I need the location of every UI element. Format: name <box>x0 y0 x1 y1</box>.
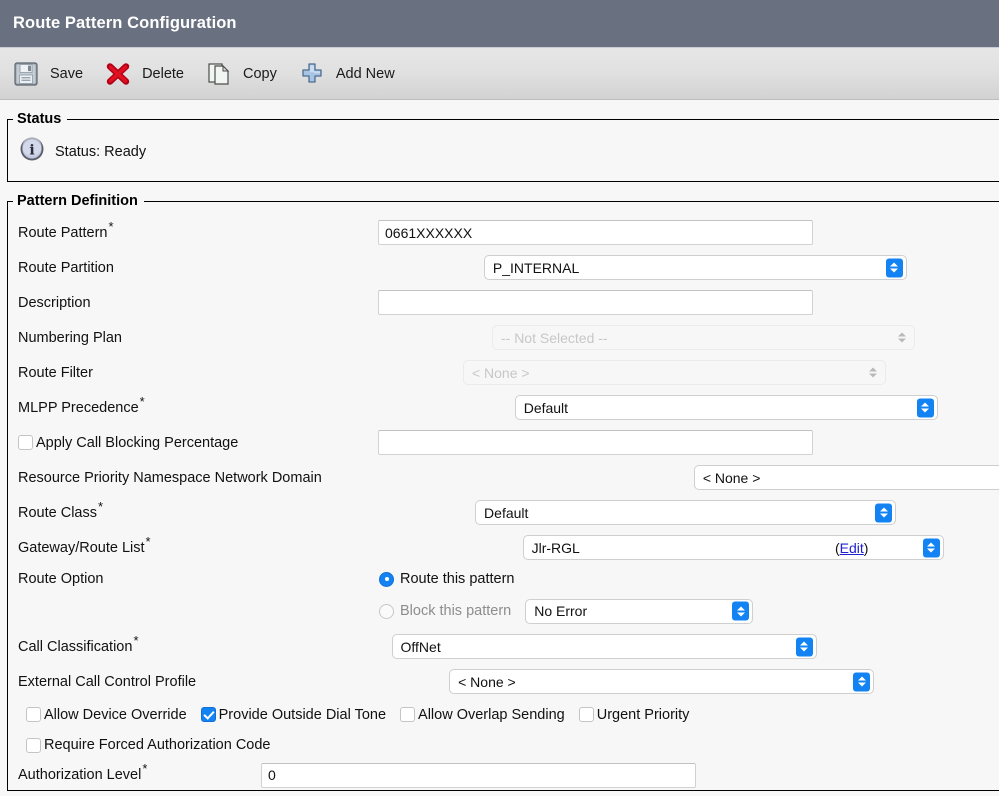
route-partition-select[interactable]: P_INTERNAL <box>483 255 907 280</box>
info-icon: i <box>19 136 45 167</box>
route-filter-label: Route Filter <box>18 364 93 381</box>
edit-link[interactable]: Edit <box>840 540 864 556</box>
allow-device-override-checkbox[interactable] <box>26 707 41 722</box>
row-route-pattern: Route Pattern* <box>8 215 999 250</box>
block-reason-select[interactable]: No Error <box>525 598 754 624</box>
row-route-option: Route Option Route this pattern <box>8 565 999 593</box>
external-call-control-profile-label: External Call Control Profile <box>18 673 197 690</box>
status-line: i Status: Ready <box>8 136 999 167</box>
allow-overlap-sending-item: Allow Overlap Sending <box>400 707 565 723</box>
row-route-class: Route Class* Default <box>8 495 999 530</box>
route-class-label: Route Class* <box>18 498 104 521</box>
resource-priority-domain-select[interactable]: < None > <box>693 465 999 490</box>
urgent-priority-item: Urgent Priority <box>578 706 690 723</box>
copy-button[interactable]: Copy <box>204 59 277 89</box>
page-content: Status i Status: Ready Pattern Definitio… <box>0 111 999 791</box>
route-pattern-label: Route Pattern* <box>18 218 114 241</box>
allow-overlap-sending-checkbox[interactable] <box>400 707 416 722</box>
description-label: Description <box>18 294 91 311</box>
numbering-plan-select[interactable]: -- Not Selected -- <box>491 325 915 350</box>
pattern-definition-legend: Pattern Definition <box>17 193 138 209</box>
add-plus-icon <box>297 59 327 89</box>
call-blocking-percentage-input[interactable] <box>378 430 813 455</box>
apply-call-blocking-label: Apply Call Blocking Percentage <box>36 434 239 451</box>
save-floppy-icon <box>11 59 41 89</box>
block-this-pattern-radio[interactable] <box>379 603 394 619</box>
authorization-level-label: Authorization Level* <box>18 761 148 783</box>
status-section: Status i Status: Ready <box>7 111 999 182</box>
description-input[interactable] <box>378 290 813 315</box>
add-new-button[interactable]: Add New <box>297 59 395 89</box>
mlpp-precedence-label: MLPP Precedence* <box>18 393 145 416</box>
row-gateway-route-list: Gateway/Route List* Jlr-RGL (Edit) <box>8 530 999 565</box>
provide-outside-dial-tone-checkbox[interactable] <box>200 707 216 722</box>
call-classification-label: Call Classification* <box>18 632 139 655</box>
gateway-route-list-select[interactable]: Jlr-RGL <box>522 535 944 560</box>
save-button-label: Save <box>50 65 84 82</box>
numbering-plan-label: Numbering Plan <box>18 329 122 346</box>
call-classification-select[interactable]: OffNet <box>391 634 817 659</box>
row-numbering-plan: Numbering Plan -- Not Selected -- <box>8 320 999 355</box>
authorization-level-input[interactable] <box>261 762 696 788</box>
allow-device-override-item: Allow Device Override <box>26 707 187 723</box>
apply-call-blocking-checkbox[interactable] <box>18 435 33 450</box>
row-resource-priority-domain: Resource Priority Namespace Network Doma… <box>8 460 999 495</box>
allow-overlap-sending-label: Allow Overlap Sending <box>418 706 565 723</box>
row-mlpp-precedence: MLPP Precedence* Default <box>8 390 999 425</box>
add-new-button-label: Add New <box>335 65 395 82</box>
require-forced-auth-checkbox[interactable] <box>26 737 41 753</box>
copy-pages-icon <box>204 59 234 89</box>
provide-outside-dial-tone-label: Provide Outside Dial Tone <box>218 706 387 723</box>
urgent-priority-checkbox[interactable] <box>578 707 594 722</box>
row-authorization-level: Authorization Level* <box>8 760 999 790</box>
pattern-definition-section: Pattern Definition Route Pattern* Route … <box>7 193 999 791</box>
status-section-legend: Status <box>17 111 62 127</box>
copy-button-label: Copy <box>242 65 277 82</box>
route-pattern-input[interactable] <box>378 220 813 245</box>
row-description: Description <box>8 285 999 320</box>
svg-text:i: i <box>29 143 34 159</box>
row-external-call-control-profile: External Call Control Profile < None > <box>8 664 999 699</box>
page-title: Route Pattern Configuration <box>13 14 237 32</box>
row-apply-call-blocking: Apply Call Blocking Percentage <box>8 425 999 460</box>
window-title-bar: Route Pattern Configuration <box>0 0 999 48</box>
row-route-filter: Route Filter < None > <box>8 355 999 390</box>
row-require-forced-auth: Require Forced Authorization Code <box>8 730 999 760</box>
delete-button[interactable]: Delete <box>103 59 184 89</box>
mlpp-precedence-select[interactable]: Default <box>514 395 938 420</box>
row-block-pattern: Block this pattern No Error <box>8 593 999 629</box>
gateway-route-list-edit: (Edit) <box>835 539 869 556</box>
require-forced-auth-item: Require Forced Authorization Code <box>26 737 271 753</box>
urgent-priority-label: Urgent Priority <box>596 706 690 723</box>
action-toolbar: Save Delete Copy Add New <box>0 48 999 100</box>
require-forced-auth-label: Require Forced Authorization Code <box>44 737 271 753</box>
provide-outside-dial-tone-item: Provide Outside Dial Tone <box>200 706 387 723</box>
save-button[interactable]: Save <box>11 59 83 89</box>
delete-button-label: Delete <box>142 65 184 82</box>
row-call-classification: Call Classification* OffNet <box>8 629 999 664</box>
resource-priority-domain-label: Resource Priority Namespace Network Doma… <box>18 469 322 486</box>
status-text: Status: Ready <box>55 143 147 160</box>
delete-x-icon <box>103 59 133 89</box>
route-this-pattern-radio[interactable] <box>379 571 394 587</box>
route-filter-select[interactable]: < None > <box>462 360 886 385</box>
route-option-label: Route Option <box>18 571 104 587</box>
allow-device-override-label: Allow Device Override <box>44 706 187 723</box>
gateway-route-list-label: Gateway/Route List* <box>18 533 151 556</box>
route-this-pattern-label: Route this pattern <box>400 571 515 587</box>
block-this-pattern-label: Block this pattern <box>400 603 512 619</box>
external-call-control-profile-select[interactable]: < None > <box>449 669 875 694</box>
route-class-select[interactable]: Default <box>475 500 897 525</box>
row-route-partition: Route Partition P_INTERNAL <box>8 250 999 285</box>
row-option-checkboxes: Allow Device Override Provide Outside Di… <box>8 699 999 730</box>
route-partition-label: Route Partition <box>18 259 114 276</box>
